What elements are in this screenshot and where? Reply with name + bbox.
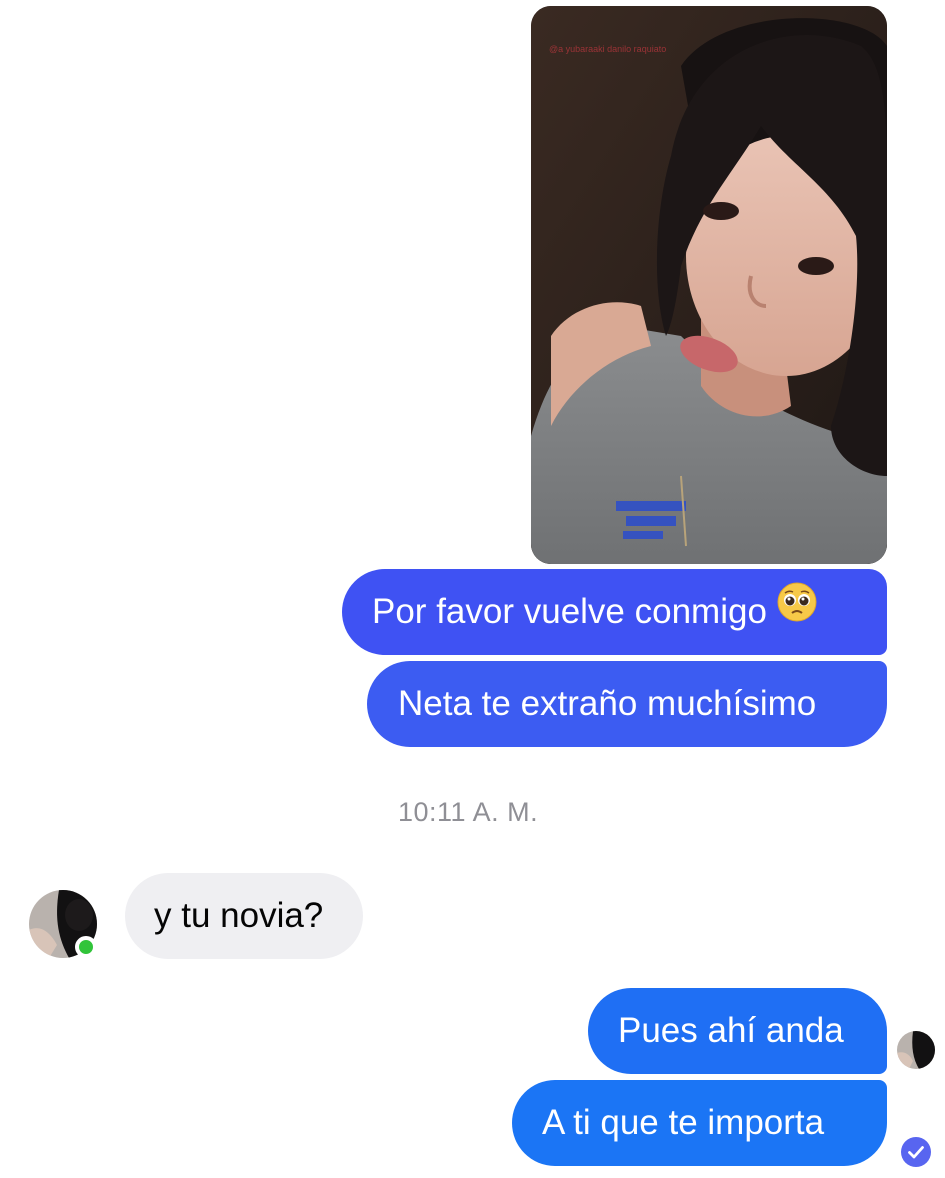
message-text: A ti que te importa [542,1103,825,1142]
seen-avatar [897,1031,935,1069]
message-text: y tu novia? [154,896,324,935]
photo-watermark: @a yubaraaki danilo raquiato [549,44,666,54]
check-circle-icon [901,1137,931,1167]
outgoing-message-bubble[interactable]: A ti que te importa [512,1080,887,1166]
outgoing-message-bubble[interactable]: Pues ahí anda [588,988,887,1074]
message-text: Neta te extraño muchísimo [398,684,817,723]
selfie-photo-icon: @a yubaraaki danilo raquiato [531,6,887,564]
incoming-message-bubble[interactable]: y tu novia? [125,873,363,959]
seen-avatar-icon [897,1031,935,1069]
shared-photo[interactable]: @a yubaraaki danilo raquiato [531,6,887,564]
outgoing-message-bubble[interactable]: Por favor vuelve conmigo [342,569,887,655]
message-timestamp: 10:11 A. M. [398,797,539,827]
online-status-dot [75,936,97,958]
message-text: Pues ahí anda [618,1011,844,1050]
pleading-face-emoji-icon [777,568,817,654]
message-text: Por favor vuelve conmigo [372,592,767,631]
outgoing-message-bubble[interactable]: Neta te extraño muchísimo [367,661,887,747]
